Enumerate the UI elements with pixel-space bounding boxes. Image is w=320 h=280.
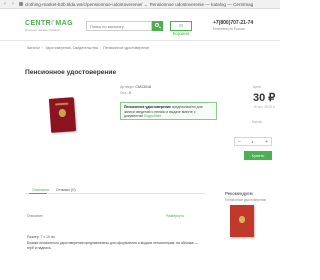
quantity-label: Кол-во bbox=[252, 120, 262, 124]
search-input[interactable] bbox=[86, 21, 152, 31]
minus-icon[interactable]: − bbox=[238, 138, 241, 146]
price-label: Цена bbox=[253, 85, 261, 89]
recommend-title: Рекомендуем bbox=[225, 191, 253, 196]
tabs-divider bbox=[25, 193, 205, 194]
stock-label: Ост.: bbox=[120, 91, 128, 95]
header-divider bbox=[0, 40, 280, 41]
recommend-product-name[interactable]: Пенсионное удостоверение bbox=[225, 198, 266, 202]
back-icon[interactable]: ‹ bbox=[2, 1, 8, 7]
price-total: Итого: 30.00 ₽ bbox=[254, 105, 276, 109]
description-heading: Описание bbox=[27, 214, 43, 218]
recommend-cover-image bbox=[230, 205, 254, 237]
breadcrumb-item-current: Пенсионное удостоверение bbox=[103, 46, 150, 50]
quantity-value[interactable]: 1 bbox=[251, 138, 253, 146]
tab-reviews[interactable]: Отзывы (0) bbox=[56, 188, 76, 192]
phone-note: Бесплатно по России bbox=[213, 27, 245, 31]
cart-icon: ⊡ bbox=[179, 23, 183, 28]
site-logo[interactable]: CENTRΓMAG bbox=[25, 20, 73, 27]
breadcrumb-item[interactable]: Удостоверения, Свидетельства bbox=[45, 46, 98, 50]
cover-lettering bbox=[55, 102, 69, 106]
description-bold: Пенсионное удостоверение bbox=[124, 105, 171, 109]
lock-icon bbox=[19, 2, 23, 6]
certificate-cover-image bbox=[48, 97, 77, 133]
buy-button[interactable]: Купить bbox=[244, 151, 272, 160]
forward-icon[interactable]: › bbox=[10, 1, 16, 7]
active-tab-indicator bbox=[29, 193, 47, 194]
more-link[interactable]: Подробнее bbox=[143, 114, 162, 118]
quantity-stepper[interactable]: − 1 + bbox=[234, 137, 272, 146]
article-value: СМ13018 bbox=[135, 85, 151, 89]
phone-number[interactable]: +7(800)707-21-74 bbox=[213, 20, 253, 26]
breadcrumb-separator: › bbox=[99, 46, 102, 50]
short-description: Пенсионное удостоверение предназначено д… bbox=[120, 102, 217, 120]
search-button[interactable] bbox=[152, 21, 163, 31]
browser-toolbar: ‹ › clothing-market-b2b.tilda.ws/c/pensi… bbox=[0, 0, 280, 9]
article-label: Артикул: bbox=[120, 85, 135, 89]
plus-icon[interactable]: + bbox=[265, 138, 268, 146]
search-icon-handle bbox=[158, 26, 162, 29]
tab-description[interactable]: Описание bbox=[32, 188, 49, 192]
cart-button[interactable]: ⊡ Корзина bbox=[170, 21, 192, 36]
description-body: Бланки пенсионного удостоверения предназ… bbox=[27, 241, 199, 250]
product-meta: Артикул: СМ13018 Ост.: 0 bbox=[120, 84, 151, 96]
stock-value: 0 bbox=[128, 91, 131, 95]
breadcrumb: Каталог › Удостоверения, Свидетельства › Пен… bbox=[27, 46, 149, 50]
address-bar[interactable]: clothing-market-b2b.tilda.ws/c/pensionno… bbox=[25, 1, 275, 8]
logo-text-left: CENTR bbox=[25, 20, 52, 27]
breadcrumb-item[interactable]: Каталог bbox=[27, 46, 40, 50]
stock-row: Ост.: 0 bbox=[120, 90, 151, 96]
size-info: Размер: 7 x 10 см bbox=[27, 235, 55, 239]
coat-of-arms-icon bbox=[239, 216, 245, 223]
coat-of-arms-icon bbox=[58, 108, 67, 118]
price-value: 30 ₽ bbox=[253, 92, 276, 104]
breadcrumb-separator: › bbox=[42, 46, 44, 50]
cart-label: Корзина bbox=[172, 31, 190, 36]
price-panel: Цена 30 ₽ Итого: 30.00 ₽ Кол-во − 1 + Ку… bbox=[220, 83, 276, 163]
expand-link[interactable]: Развернуть bbox=[166, 214, 184, 218]
recommend-product-image[interactable] bbox=[227, 205, 257, 239]
browser-nav: ‹ › bbox=[2, 1, 16, 7]
product-image[interactable] bbox=[48, 97, 78, 134]
logo-tagline: Интернет-магазин бланков bbox=[25, 28, 60, 32]
logo-text-right: MAG bbox=[55, 20, 73, 27]
page-title: Пенсионное удостоверение bbox=[25, 69, 117, 76]
